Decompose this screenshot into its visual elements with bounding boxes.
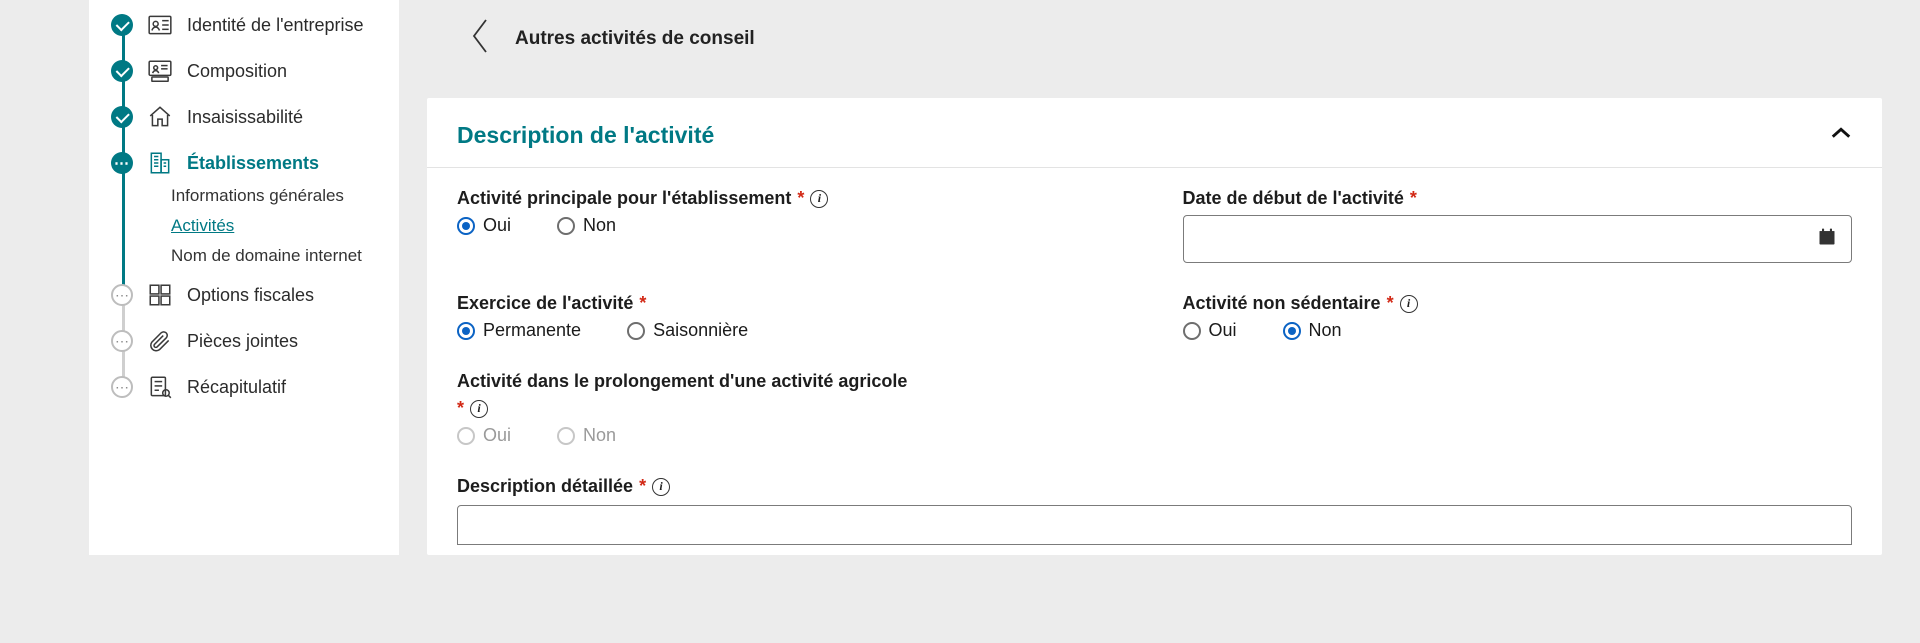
options-icon — [147, 282, 173, 308]
radio-agricole-oui[interactable]: Oui — [457, 425, 511, 446]
field-description: Description détaillée * i — [457, 476, 1852, 545]
radio-input[interactable] — [1183, 322, 1201, 340]
chevron-up-icon[interactable] — [1830, 126, 1852, 145]
radio-exercice-permanente[interactable]: Permanente — [457, 320, 581, 341]
step-identite[interactable]: Identité de l'entreprise — [111, 2, 377, 48]
step-etablissements[interactable]: Établissements — [111, 140, 377, 186]
substep-informations[interactable]: Informations générales — [171, 186, 377, 206]
pending-step-icon — [111, 284, 133, 306]
step-label: Composition — [187, 61, 287, 82]
required-mark: * — [1410, 188, 1417, 209]
field-activite-principale: Activité principale pour l'établissement… — [457, 188, 1127, 263]
radio-input[interactable] — [627, 322, 645, 340]
building-icon — [147, 150, 173, 176]
radio-input[interactable] — [1283, 322, 1301, 340]
info-icon[interactable]: i — [470, 400, 488, 418]
check-icon — [111, 60, 133, 82]
step-pieces-jointes[interactable]: Pièces jointes — [111, 318, 377, 364]
field-agricole: Activité dans le prolongement d'une acti… — [457, 371, 1127, 446]
company-id-icon — [147, 12, 173, 38]
radio-principal-oui[interactable]: Oui — [457, 215, 511, 236]
date-input[interactable] — [1183, 215, 1853, 263]
step-composition[interactable]: Composition — [111, 48, 377, 94]
required-mark: * — [639, 293, 646, 314]
required-mark: * — [1387, 293, 1394, 314]
panel-title: Description de l'activité — [457, 122, 714, 149]
panel-header[interactable]: Description de l'activité — [427, 98, 1882, 168]
radio-input — [557, 427, 575, 445]
description-textarea[interactable] — [457, 505, 1852, 545]
back-link[interactable]: Autres activités de conseil — [427, 0, 1882, 98]
step-label: Pièces jointes — [187, 331, 298, 352]
calendar-icon — [1817, 227, 1837, 252]
check-icon — [111, 14, 133, 36]
check-icon — [111, 106, 133, 128]
step-insaisissabilite[interactable]: Insaisissabilité — [111, 94, 377, 140]
radio-sedentaire-non[interactable]: Non — [1283, 320, 1342, 341]
composition-icon — [147, 58, 173, 84]
radio-exercice-saisonniere[interactable]: Saisonnière — [627, 320, 748, 341]
substep-activites[interactable]: Activités — [171, 216, 377, 236]
radio-input[interactable] — [457, 217, 475, 235]
radio-principal-non[interactable]: Non — [557, 215, 616, 236]
substeps: Informations générales Activités Nom de … — [171, 186, 377, 272]
radio-sedentaire-oui[interactable]: Oui — [1183, 320, 1237, 341]
pending-step-icon — [111, 376, 133, 398]
field-label: Exercice de l'activité — [457, 293, 633, 314]
info-icon[interactable]: i — [810, 190, 828, 208]
radio-input[interactable] — [457, 322, 475, 340]
required-mark: * — [797, 188, 804, 209]
home-icon — [147, 104, 173, 130]
field-non-sedentaire: Activité non sédentaire * i Oui Non — [1183, 293, 1853, 341]
field-label: Date de début de l'activité — [1183, 188, 1404, 209]
field-label: Description détaillée — [457, 476, 633, 497]
sidebar: Identité de l'entreprise Composition Ins… — [89, 0, 399, 555]
attachment-icon — [147, 328, 173, 354]
field-date-debut: Date de début de l'activité * — [1183, 188, 1853, 263]
required-mark: * — [457, 398, 464, 419]
main-content: Autres activités de conseil Description … — [427, 0, 1920, 555]
radio-input — [457, 427, 475, 445]
radio-input[interactable] — [557, 217, 575, 235]
chevron-left-icon — [467, 16, 493, 62]
step-label: Identité de l'entreprise — [187, 15, 364, 36]
required-mark: * — [639, 476, 646, 497]
current-step-icon — [111, 152, 133, 174]
radio-agricole-non[interactable]: Non — [557, 425, 616, 446]
substep-domaine[interactable]: Nom de domaine internet — [171, 246, 377, 266]
summary-icon — [147, 374, 173, 400]
field-exercice: Exercice de l'activité * Permanente Sais… — [457, 293, 1127, 341]
step-label: Insaisissabilité — [187, 107, 303, 128]
info-icon[interactable]: i — [652, 478, 670, 496]
step-label: Récapitulatif — [187, 377, 286, 398]
field-label: Activité dans le prolongement d'une acti… — [457, 371, 907, 392]
back-label: Autres activités de conseil — [515, 28, 755, 50]
activity-panel: Description de l'activité Activité princ… — [427, 98, 1882, 555]
pending-step-icon — [111, 330, 133, 352]
step-options-fiscales[interactable]: Options fiscales — [111, 272, 377, 318]
step-label: Établissements — [187, 153, 319, 174]
step-recapitulatif[interactable]: Récapitulatif — [111, 364, 377, 410]
field-label: Activité principale pour l'établissement — [457, 188, 791, 209]
field-label: Activité non sédentaire — [1183, 293, 1381, 314]
info-icon[interactable]: i — [1400, 295, 1418, 313]
step-label: Options fiscales — [187, 285, 314, 306]
